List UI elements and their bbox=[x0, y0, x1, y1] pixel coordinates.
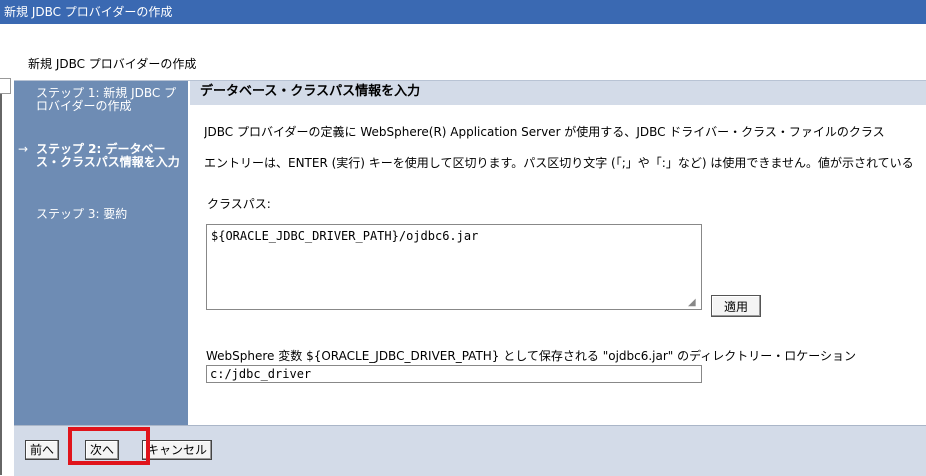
wizard-footer: 前へ 次へ キャンセル bbox=[14, 425, 926, 476]
classpath-textarea[interactable]: ${ORACLE_JDBC_DRIVER_PATH}/ojdbc6.jar bbox=[206, 224, 702, 310]
resize-grip-icon[interactable]: ◢ bbox=[688, 297, 699, 308]
description-line-1: JDBC プロバイダーの定義に WebSphere(R) Application… bbox=[204, 125, 885, 139]
description-line-2: エントリーは、ENTER (実行) キーを使用して区切ります。パス区切り文字 (… bbox=[204, 156, 914, 170]
classpath-label: クラスパス: bbox=[207, 197, 271, 211]
next-button[interactable]: 次へ bbox=[85, 440, 120, 460]
apply-button[interactable]: 適用 bbox=[711, 295, 761, 317]
previous-button[interactable]: 前へ bbox=[25, 440, 60, 460]
wizard-steps-sidebar: ステップ 1: 新規 JDBC プロバイダーの作成 → ステップ 2: データベ… bbox=[14, 81, 188, 425]
current-step-arrow-icon: → bbox=[18, 142, 29, 156]
websphere-variable-label: WebSphere 変数 ${ORACLE_JDBC_DRIVER_PATH} … bbox=[206, 349, 857, 363]
wizard-step-1-label: ステップ 1: 新規 JDBC プロバイダーの作成 bbox=[36, 86, 177, 113]
cancel-button[interactable]: キャンセル bbox=[142, 440, 213, 460]
wizard-step-3-label: ステップ 3: 要約 bbox=[36, 207, 128, 221]
wizard-step-2-label: ステップ 2: データベース・クラスパス情報を入力 bbox=[36, 142, 180, 169]
window-title-bar: 新規 JDBC プロバイダーの作成 bbox=[0, 0, 926, 24]
left-frame-border bbox=[0, 84, 2, 475]
main-panel: データベース・クラスパス情報を入力 JDBC プロバイダーの定義に WebSph… bbox=[190, 81, 926, 425]
window-title: 新規 JDBC プロバイダーの作成 bbox=[4, 5, 173, 19]
left-frame-tab bbox=[0, 78, 11, 94]
directory-location-input[interactable] bbox=[206, 365, 702, 383]
page-title: 新規 JDBC プロバイダーの作成 bbox=[28, 57, 197, 71]
section-title: データベース・クラスパス情報を入力 bbox=[190, 81, 926, 105]
